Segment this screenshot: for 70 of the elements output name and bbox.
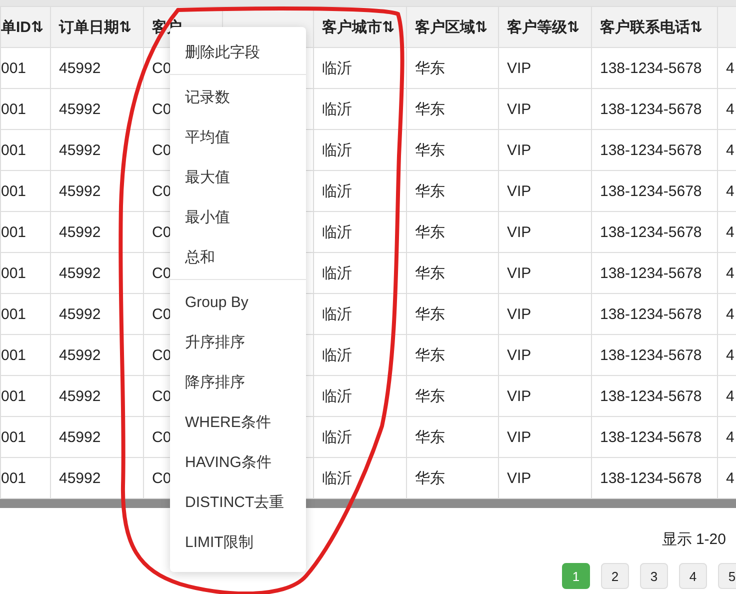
table-cell: 138-1234-5678 xyxy=(592,334,718,376)
table-cell: 临沂 xyxy=(314,376,406,416)
table-cell: 001 xyxy=(0,88,50,130)
table-cell: 临沂 xyxy=(314,416,406,458)
table-cell: 45992 xyxy=(50,88,144,130)
table-cell: 45992 xyxy=(50,170,144,212)
table-cell: 临沂 xyxy=(314,294,406,334)
table-cell: VIP xyxy=(498,376,592,416)
table-cell: 华东 xyxy=(406,334,498,376)
table-cell: VIP xyxy=(498,252,592,294)
table-cell: 138-1234-5678 xyxy=(592,170,718,212)
table-cell: 001 xyxy=(0,212,50,252)
column-header[interactable]: 客户等级⇅ xyxy=(498,6,592,48)
table-cell: 华东 xyxy=(406,376,498,416)
page-button[interactable]: 5 xyxy=(718,563,736,589)
table-cell: 001 xyxy=(0,130,50,170)
table-cell: 138-1234-5678 xyxy=(592,376,718,416)
table-cell: 临沂 xyxy=(314,252,406,294)
table-cell: 华东 xyxy=(406,48,498,88)
table-cell: VIP xyxy=(498,88,592,130)
column-header[interactable]: 客户联系电话⇅ xyxy=(592,6,718,48)
column-header[interactable]: 订单日期⇅ xyxy=(50,6,144,48)
table-cell: 45992 xyxy=(50,130,144,170)
table-cell: 001 xyxy=(0,170,50,212)
page-button[interactable]: 2 xyxy=(601,563,629,589)
table-cell: 138-1234-5678 xyxy=(592,130,718,170)
table-cell: 临沂 xyxy=(314,212,406,252)
table-cell: 45992 xyxy=(50,212,144,252)
table-cell: 华东 xyxy=(406,252,498,294)
table-cell: 138-1234-5678 xyxy=(592,294,718,334)
table-cell: 45992 xyxy=(50,416,144,458)
table-cell: 华东 xyxy=(406,416,498,458)
table-cell: 001 xyxy=(0,252,50,294)
table-cell: 华东 xyxy=(406,130,498,170)
column-header[interactable]: 客户区域⇅ xyxy=(406,6,498,48)
table-cell: 001 xyxy=(0,48,50,88)
table-cell: 华东 xyxy=(406,88,498,130)
table-cell: 华东 xyxy=(406,170,498,212)
page-button[interactable]: 3 xyxy=(640,563,668,589)
table-cell: 45992 xyxy=(50,376,144,416)
table-cell: 001 xyxy=(0,376,50,416)
table-cell: 138-1234-5678 xyxy=(592,88,718,130)
table-cell: VIP xyxy=(498,294,592,334)
page-button[interactable]: 4 xyxy=(679,563,707,589)
page-summary: 显示 1-20 xyxy=(662,530,726,549)
table-cell: 001 xyxy=(0,294,50,334)
table-cell: VIP xyxy=(498,130,592,170)
table-cell: 001 xyxy=(0,416,50,458)
table-cell: 138-1234-5678 xyxy=(592,212,718,252)
table-cell: 临沂 xyxy=(314,334,406,376)
table-cell: VIP xyxy=(498,334,592,376)
table-cell: 138-1234-5678 xyxy=(592,48,718,88)
table-cell: 45992 xyxy=(50,48,144,88)
table-cell: 138-1234-5678 xyxy=(592,416,718,458)
table-cell: 001 xyxy=(0,334,50,376)
table-cell: 45992 xyxy=(50,294,144,334)
menu-item[interactable]: LIMIT限制 xyxy=(170,522,306,562)
table-cell: VIP xyxy=(498,170,592,212)
table-cell: 138-1234-5678 xyxy=(592,252,718,294)
table-cell: 临沂 xyxy=(314,48,406,88)
table-cell: 临沂 xyxy=(314,88,406,130)
table-cell: 45992 xyxy=(50,252,144,294)
table-cell: VIP xyxy=(498,48,592,88)
table-cell: 华东 xyxy=(406,294,498,334)
table-cell: VIP xyxy=(498,212,592,252)
table-cell: 临沂 xyxy=(314,170,406,212)
table-cell: 45992 xyxy=(50,334,144,376)
table-cell: 临沂 xyxy=(314,130,406,170)
table-cell: 华东 xyxy=(406,212,498,252)
table-cell: VIP xyxy=(498,416,592,458)
